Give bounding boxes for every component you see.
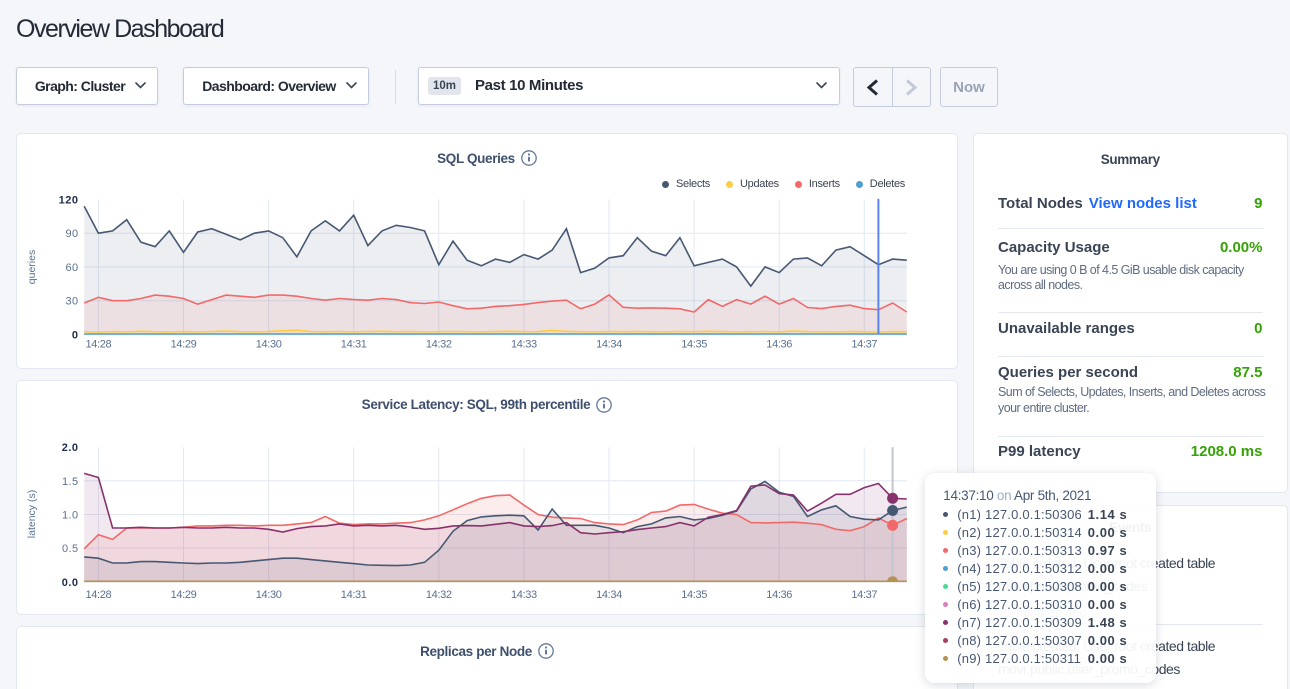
svg-text:14:32: 14:32 (426, 589, 452, 601)
svg-text:14:30: 14:30 (256, 339, 282, 351)
svg-text:1.0: 1.0 (62, 509, 79, 521)
svg-text:14:37: 14:37 (851, 339, 877, 351)
svg-text:14:29: 14:29 (171, 589, 197, 601)
svg-text:14:35: 14:35 (681, 589, 707, 601)
svg-text:14:35: 14:35 (681, 339, 707, 351)
svg-text:2.0: 2.0 (62, 442, 79, 454)
svg-text:1.5: 1.5 (62, 475, 79, 487)
svg-text:14:32: 14:32 (426, 339, 452, 351)
svg-text:queries: queries (26, 250, 38, 284)
svg-text:60: 60 (65, 262, 78, 274)
svg-text:14:34: 14:34 (596, 339, 622, 351)
svg-text:latency (s): latency (s) (26, 489, 38, 537)
svg-text:14:34: 14:34 (596, 589, 622, 601)
svg-text:14:33: 14:33 (511, 589, 537, 601)
svg-text:14:36: 14:36 (766, 339, 792, 351)
svg-text:14:31: 14:31 (341, 589, 367, 601)
svg-text:0.0: 0.0 (62, 576, 79, 588)
svg-text:14:33: 14:33 (511, 339, 537, 351)
svg-text:30: 30 (65, 296, 78, 308)
svg-text:0: 0 (72, 330, 79, 342)
svg-text:0.5: 0.5 (62, 543, 79, 555)
svg-text:14:36: 14:36 (766, 589, 792, 601)
svg-text:14:28: 14:28 (86, 589, 112, 601)
svg-text:90: 90 (65, 228, 78, 240)
svg-text:14:30: 14:30 (256, 589, 282, 601)
svg-text:120: 120 (59, 194, 79, 206)
svg-text:14:28: 14:28 (86, 339, 112, 351)
svg-text:14:29: 14:29 (171, 339, 197, 351)
svg-text:14:31: 14:31 (341, 339, 367, 351)
svg-text:14:37: 14:37 (851, 589, 877, 601)
